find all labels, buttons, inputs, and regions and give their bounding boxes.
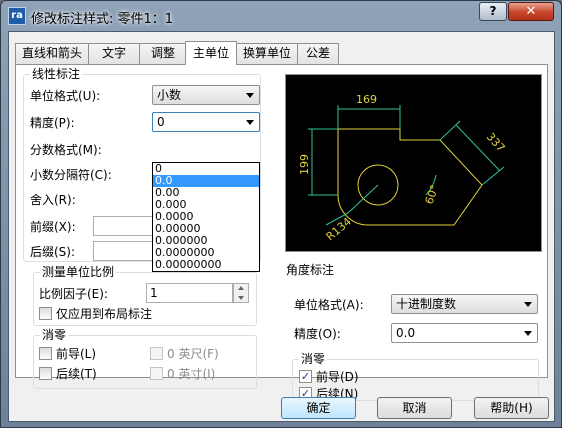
- help-button[interactable]: 帮助(H): [474, 397, 549, 419]
- ok-button[interactable]: 确定: [281, 397, 356, 419]
- prefix-input[interactable]: [93, 216, 153, 236]
- dimension-lines: [308, 105, 505, 226]
- measurement-scale-title: 测量单位比例: [40, 265, 117, 279]
- spin-up-icon[interactable]: [234, 284, 248, 293]
- dim-left-text: 199: [298, 154, 311, 175]
- window-title: 修改标注样式: 零件1：1: [31, 12, 174, 27]
- layout-only-checkbox[interactable]: [39, 307, 52, 320]
- dim-radius-text: R134: [324, 215, 354, 243]
- linear-dimensions-title: 线性标注: [30, 67, 83, 81]
- chevron-down-icon: [246, 93, 254, 98]
- trailing-zero-label: 后续(T): [56, 367, 97, 381]
- precision-option[interactable]: 0.00000000: [153, 259, 259, 271]
- close-button[interactable]: ✕: [508, 2, 554, 21]
- precision-dropdown-list[interactable]: 0 0.0 0.00 0.000 0.0000 0.00000 0.000000 0.0000…: [152, 162, 260, 272]
- precision-select[interactable]: 0: [152, 112, 260, 132]
- scale-factor-input[interactable]: 1: [146, 283, 233, 303]
- layout-only-label: 仅应用到布局标注: [56, 307, 153, 321]
- chevron-down-icon: [524, 331, 532, 336]
- title-bar[interactable]: ra 修改标注样式: 零件1：1 ? ✕: [1, 1, 561, 31]
- chevron-down-icon: [524, 302, 532, 307]
- angular-unit-format-value: 十进制度数: [396, 297, 457, 311]
- angular-precision-value: 0.0: [396, 326, 416, 340]
- dim-right-text: 337: [484, 130, 508, 154]
- unit-format-select[interactable]: 小数: [152, 85, 260, 105]
- zero-inches-checkbox[interactable]: [150, 367, 163, 380]
- tab-lines-arrows[interactable]: 直线和箭头: [15, 43, 89, 64]
- round-off-label: 舍入(R):: [30, 193, 76, 207]
- zero-feet-checkbox[interactable]: [150, 347, 163, 360]
- zero-feet-label: 0 英尺(F): [167, 347, 219, 361]
- zero-suppression-angular-title: 消零: [299, 352, 328, 366]
- angular-leading-label: 前导(D): [316, 370, 359, 384]
- precision-value: 0: [157, 115, 165, 129]
- zero-suppression-linear-title: 消零: [40, 328, 69, 342]
- trailing-zero-checkbox[interactable]: [39, 367, 52, 380]
- prefix-label: 前缀(X):: [30, 220, 76, 234]
- angular-precision-select[interactable]: 0.0: [391, 323, 538, 343]
- angular-leading-checkbox[interactable]: ✓: [299, 370, 312, 383]
- decimal-separator-label: 小数分隔符(C):: [30, 168, 112, 182]
- preview-drawing: 169 199 337 60° R134: [298, 93, 508, 243]
- scale-factor-label: 比例因子(E):: [39, 287, 108, 301]
- tab-text[interactable]: 文字: [88, 43, 140, 64]
- angular-precision-label: 精度(O):: [294, 327, 341, 341]
- tab-fit[interactable]: 调整: [139, 43, 187, 64]
- dialog-client: 直线和箭头 文字 调整 主单位 换算单位 公差 线性标注 单位格式(U): 小数…: [8, 31, 555, 422]
- dimension-preview: 169 199 337 60° R134: [285, 74, 542, 252]
- cancel-button[interactable]: 取消: [377, 397, 452, 419]
- tab-alternate-units[interactable]: 换算单位: [236, 43, 298, 64]
- chevron-down-icon: [246, 120, 254, 125]
- scale-factor-stepper[interactable]: [233, 283, 249, 303]
- angular-dimensions-title: 角度标注: [284, 263, 337, 277]
- suffix-label: 后缀(S):: [30, 245, 76, 259]
- precision-label: 精度(P):: [30, 116, 75, 130]
- help-title-button[interactable]: ?: [479, 2, 507, 21]
- leading-zero-checkbox[interactable]: [39, 347, 52, 360]
- dim-top-text: 169: [356, 93, 377, 106]
- angular-unit-format-select[interactable]: 十进制度数: [391, 294, 538, 314]
- unit-format-value: 小数: [157, 88, 182, 102]
- dialog-window: ra 修改标注样式: 零件1：1 ? ✕ 直线和箭头 文字 调整 主单位 换算单…: [0, 0, 562, 428]
- tab-tolerances[interactable]: 公差: [297, 43, 339, 64]
- fraction-format-label: 分数格式(M):: [30, 143, 102, 157]
- tab-panel-primary-units: 线性标注 单位格式(U): 小数 精度(P): 0 分数格式(M): 小数分隔符…: [15, 64, 548, 401]
- leading-zero-label: 前导(L): [56, 347, 97, 361]
- dim-angle-text: 60°: [423, 183, 442, 206]
- angular-unit-format-label: 单位格式(A):: [294, 298, 364, 312]
- spin-down-icon[interactable]: [234, 293, 248, 302]
- tab-primary-units[interactable]: 主单位: [185, 41, 237, 65]
- zero-inches-label: 0 英寸(I): [167, 367, 216, 381]
- unit-format-label: 单位格式(U):: [30, 89, 101, 103]
- app-icon: ra: [8, 7, 26, 25]
